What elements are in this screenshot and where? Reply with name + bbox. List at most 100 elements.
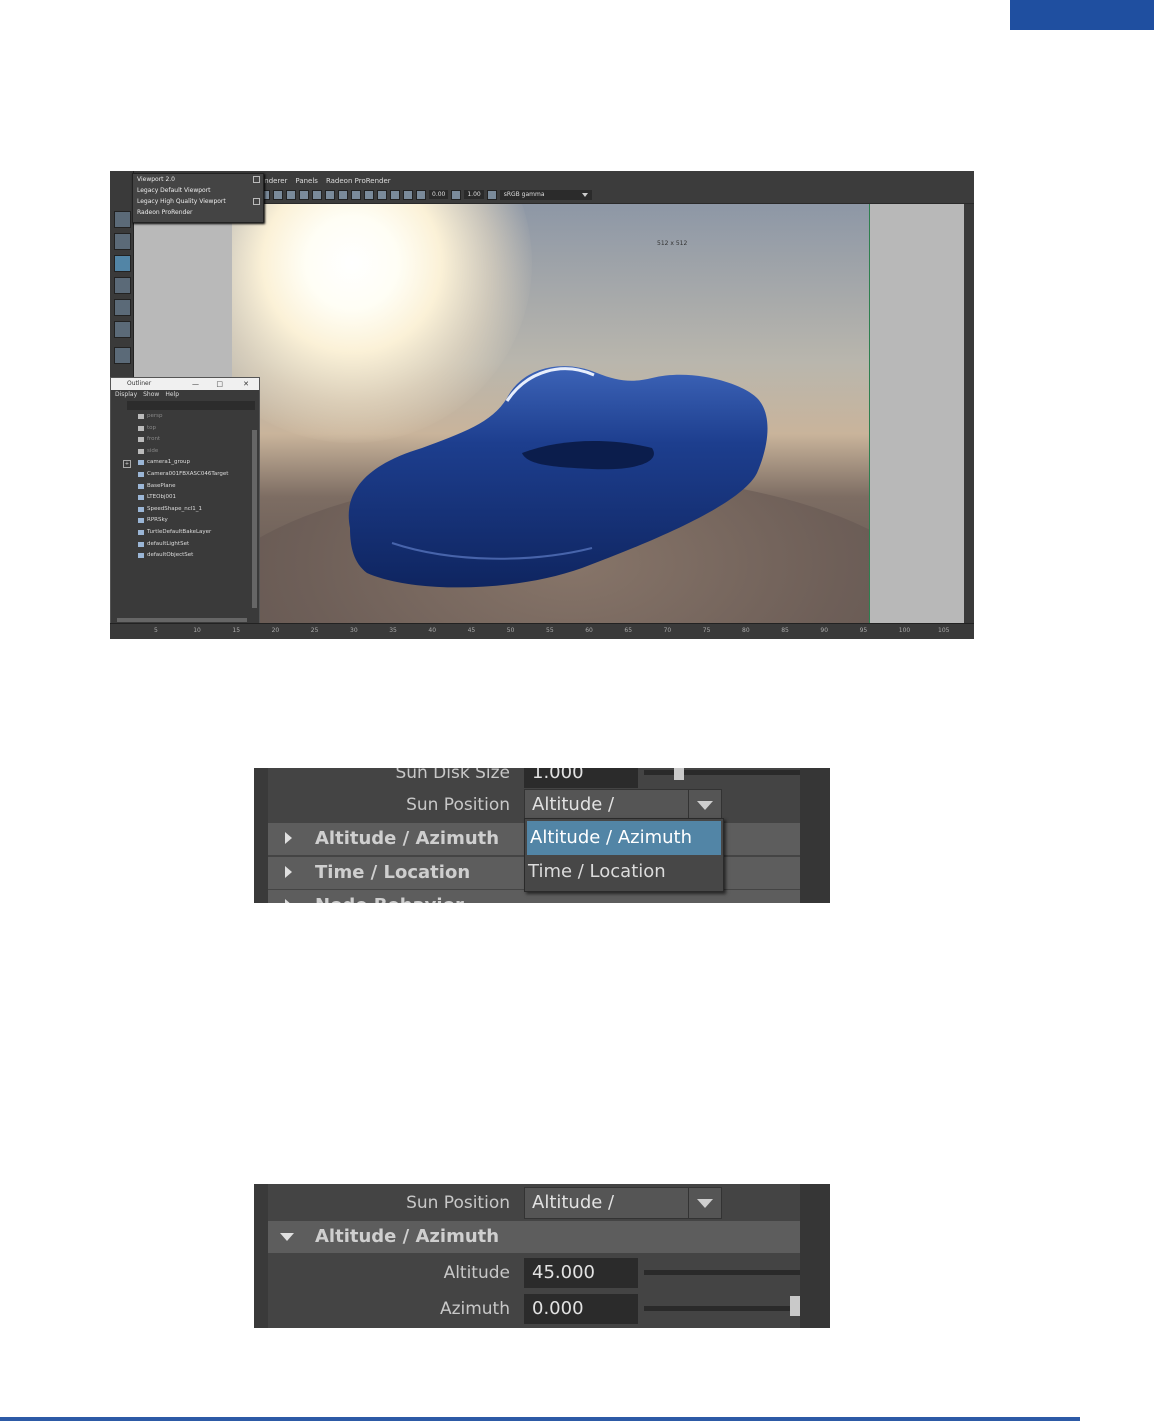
sun-disk-size-slider[interactable] <box>644 770 800 775</box>
menu-item-label: Legacy High Quality Viewport <box>137 198 226 205</box>
light-icon[interactable] <box>312 189 322 200</box>
outliner-node[interactable]: defaultObjectSet <box>111 550 259 562</box>
scale-tool-icon[interactable] <box>114 299 131 316</box>
menu-item-viewport-2[interactable]: Viewport 2.0 <box>133 174 263 185</box>
expand-plus-icon[interactable]: + <box>123 460 131 469</box>
outliner-menubar: Display Show Help <box>111 390 259 400</box>
exposure-icon[interactable] <box>416 189 426 200</box>
azimuth-field[interactable]: 0.000 <box>524 1294 638 1324</box>
paint-tool-icon[interactable] <box>114 233 131 250</box>
outliner-node[interactable]: RPRSky <box>111 515 259 527</box>
rotate-tool-icon[interactable] <box>114 277 131 294</box>
sun-position-value: Altitude / Azimuth <box>532 794 615 845</box>
menu-display[interactable]: Display <box>115 390 137 400</box>
window-title: Outliner <box>127 380 152 387</box>
timeline-tick-label: 20 <box>271 627 280 634</box>
lasso-tool-icon[interactable] <box>114 211 131 228</box>
outliner-node[interactable]: Camera001FBXASC046Target <box>111 469 259 481</box>
color-management-icon[interactable] <box>486 189 497 200</box>
menu-panels[interactable]: Panels <box>295 177 318 189</box>
move-tool-icon[interactable] <box>114 255 131 272</box>
node-type-icon <box>138 506 144 512</box>
section-title: Time / Location <box>315 862 471 883</box>
universal-tool-icon[interactable] <box>114 321 131 338</box>
outliner-node[interactable]: LTEObj001 <box>111 492 259 504</box>
outliner-titlebar[interactable]: Outliner — □ ✕ <box>111 378 259 390</box>
menu-item-legacy-high-quality[interactable]: Legacy High Quality Viewport <box>133 196 263 207</box>
isolate-icon[interactable] <box>364 189 374 200</box>
gamma-field[interactable]: 1.00 <box>464 190 484 199</box>
outliner-node-label: SpeedShape_ncl1_1 <box>147 505 202 512</box>
outliner-node[interactable]: defaultLightSet <box>111 539 259 551</box>
layout-icon[interactable] <box>114 347 131 364</box>
section-altitude-azimuth[interactable]: Altitude / Azimuth <box>268 1221 800 1253</box>
outliner-node[interactable]: + camera1_group <box>111 457 259 469</box>
wireframe-icon[interactable] <box>286 189 296 200</box>
exposure-field[interactable]: 0.00 <box>429 190 449 199</box>
outliner-hscrollbar[interactable] <box>117 618 247 622</box>
outliner-node-label: TurtleDefaultBakeLayer <box>147 528 212 535</box>
menu-item-radeon-prorender[interactable]: Radeon ProRender <box>133 207 263 218</box>
color-space-dropdown[interactable]: sRGB gamma <box>499 189 592 200</box>
outliner-node[interactable]: TurtleDefaultBakeLayer <box>111 527 259 539</box>
xray-icon[interactable] <box>377 189 387 200</box>
camera-icon[interactable] <box>390 189 400 200</box>
scrollbar-track <box>800 768 830 903</box>
menu-item-legacy-default[interactable]: Legacy Default Viewport <box>133 185 263 196</box>
menu-radeon-prorender[interactable]: Radeon ProRender <box>326 177 391 189</box>
shading-icon[interactable] <box>273 189 283 200</box>
timeline-tick-label: 10 <box>193 627 201 634</box>
altitude-field[interactable]: 45.000 <box>524 1258 638 1288</box>
node-type-icon <box>138 471 144 477</box>
expand-arrow-icon[interactable] <box>285 899 292 903</box>
option-time-location[interactable]: Time / Location <box>525 855 723 889</box>
node-type-icon <box>138 460 144 466</box>
option-box-icon[interactable] <box>253 176 260 183</box>
footer-rule <box>0 1417 1080 1421</box>
outliner-node[interactable]: SpeedShape_ncl1_1 <box>111 504 259 516</box>
collapse-arrow-icon[interactable] <box>280 1233 294 1241</box>
maximize-icon[interactable]: □ <box>216 378 223 390</box>
aa-icon[interactable] <box>351 189 361 200</box>
sun-disk-size-field[interactable]: 1.000 <box>524 768 638 788</box>
expand-arrow-icon[interactable] <box>285 832 292 844</box>
outliner-scrollbar[interactable] <box>252 430 257 608</box>
render-viewport[interactable]: 512 x 512 persp <box>232 203 869 623</box>
chevron-down-icon[interactable] <box>688 790 721 820</box>
option-altitude-azimuth[interactable]: Altitude / Azimuth <box>527 821 721 855</box>
sun-position-row: Sun Position Altitude / Azimuth <box>254 1186 800 1243</box>
texture-icon[interactable] <box>299 189 309 200</box>
outliner-node-label: persp <box>147 413 163 419</box>
chevron-down-icon[interactable] <box>688 1188 721 1218</box>
timeline-tick-label: 45 <box>467 627 476 634</box>
altitude-slider[interactable] <box>644 1270 800 1275</box>
menu-item-label: Legacy Default Viewport <box>137 187 211 194</box>
option-box-icon[interactable] <box>253 198 260 205</box>
time-slider[interactable]: 5 10 15 20 25 30 35 40 45 50 55 60 65 70 75 80 85 90 95 100… <box>110 623 974 639</box>
outliner-node[interactable]: persp <box>111 411 259 423</box>
close-icon[interactable]: ✕ <box>243 378 249 390</box>
menu-help[interactable]: Help <box>165 390 179 400</box>
azimuth-slider[interactable] <box>644 1306 800 1311</box>
shadow-icon[interactable] <box>325 189 335 200</box>
timeline-tick-label: 85 <box>781 627 789 634</box>
menu-renderer[interactable]: enderer <box>260 177 287 189</box>
outliner-search-input[interactable] <box>127 401 255 410</box>
gate-icon[interactable] <box>403 189 413 200</box>
gamma-icon[interactable] <box>451 189 462 200</box>
sun-position-dropdown[interactable]: Altitude / Azimuth <box>524 789 722 845</box>
sun-disk-size-slider-handle[interactable] <box>674 768 684 780</box>
menu-show[interactable]: Show <box>143 390 159 400</box>
azimuth-slider-handle[interactable] <box>790 1296 800 1316</box>
outliner-node-label: defaultLightSet <box>147 540 190 547</box>
outliner-node[interactable]: side <box>111 446 259 458</box>
sun-position-dropdown[interactable]: Altitude / Azimuth <box>524 1187 722 1243</box>
outliner-node[interactable]: front <box>111 434 259 446</box>
ao-icon[interactable] <box>338 189 348 200</box>
outliner-node-label: defaultObjectSet <box>147 552 194 559</box>
expand-arrow-icon[interactable] <box>285 866 292 878</box>
outliner-node[interactable]: top <box>111 423 259 435</box>
outliner-node[interactable]: BasePlane <box>111 481 259 493</box>
minimize-icon[interactable]: — <box>192 378 199 390</box>
viewport-scrollbar[interactable] <box>964 203 974 623</box>
